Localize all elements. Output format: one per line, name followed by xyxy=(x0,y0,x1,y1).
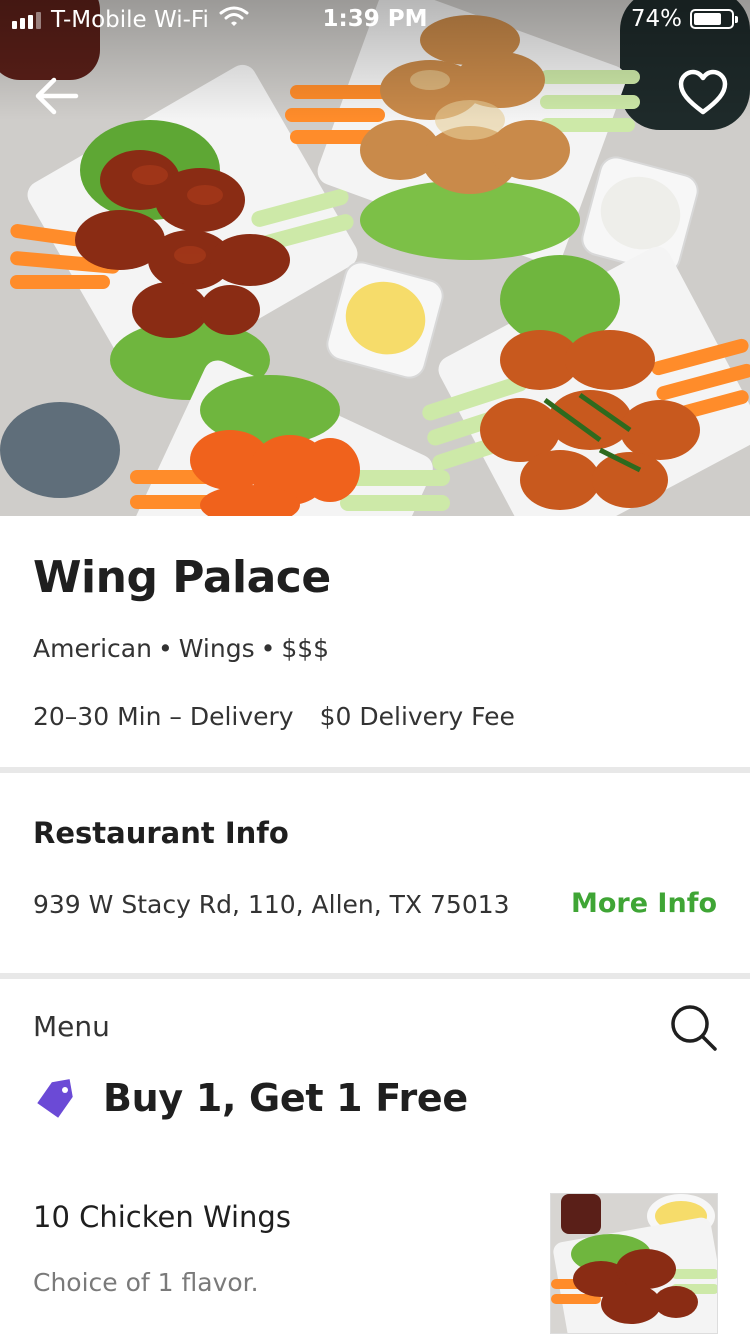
delivery-info: 20–30 Min – Delivery $0 Delivery Fee xyxy=(33,702,515,731)
restaurant-name: Wing Palace xyxy=(33,552,331,603)
section-divider xyxy=(0,973,750,979)
heart-outline-icon xyxy=(678,69,728,115)
back-button[interactable] xyxy=(30,72,82,120)
battery-percent: 74% xyxy=(630,6,682,32)
favorite-button[interactable] xyxy=(676,66,730,120)
menu-search-button[interactable] xyxy=(668,1002,720,1054)
back-arrow-icon xyxy=(35,77,79,115)
delivery-eta: 20–30 Min – Delivery xyxy=(33,702,294,731)
category-tag: Wings xyxy=(178,634,255,663)
cuisine-tag: American xyxy=(33,634,152,663)
menu-item-name: 10 Chicken Wings xyxy=(33,1200,291,1234)
hero-image xyxy=(0,0,750,516)
price-tag: $$$ xyxy=(281,634,330,663)
promo-banner[interactable]: Buy 1, Get 1 Free xyxy=(33,1076,468,1120)
separator-dot: • xyxy=(260,634,276,663)
menu-label: Menu xyxy=(33,1010,110,1043)
delivery-fee: $0 Delivery Fee xyxy=(319,702,515,731)
menu-item[interactable]: 10 Chicken Wings Choice of 1 flavor. xyxy=(0,1188,750,1334)
status-bar: T-Mobile Wi-Fi 1:39 PM 74% xyxy=(0,0,750,40)
price-tag-icon xyxy=(37,1079,73,1118)
more-info-link[interactable]: More Info xyxy=(571,888,717,919)
separator-dot: • xyxy=(157,634,173,663)
section-divider xyxy=(0,767,750,773)
promo-text: Buy 1, Get 1 Free xyxy=(103,1076,468,1120)
restaurant-address: 939 W Stacy Rd, 110, Allen, TX 75013 xyxy=(33,890,510,919)
restaurant-info-title: Restaurant Info xyxy=(33,816,289,850)
search-icon xyxy=(671,1005,717,1051)
menu-item-image xyxy=(550,1193,718,1334)
battery-icon xyxy=(690,9,738,29)
restaurant-tags: American • Wings • $$$ xyxy=(33,634,329,663)
menu-item-description: Choice of 1 flavor. xyxy=(33,1268,259,1297)
